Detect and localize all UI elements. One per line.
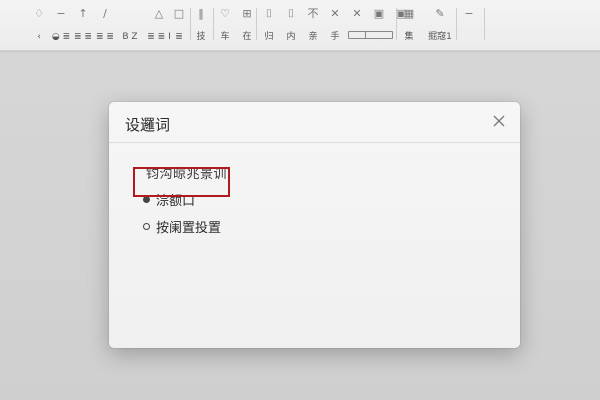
toolbar-divider xyxy=(484,8,485,40)
heart-button[interactable]: ♡ 车 xyxy=(214,6,236,42)
brush-icon: ∕ xyxy=(103,6,107,20)
strikeline-icon: − xyxy=(56,6,66,20)
settings-dialog: 设邏词 钧沟晾兆景训 淙额口 按阑置投置 xyxy=(109,102,520,348)
cut-icon: ✕ xyxy=(330,6,340,20)
toolbar-divider xyxy=(396,8,397,40)
tab-icon: ‖ xyxy=(198,6,204,20)
table-label: 归 xyxy=(264,32,274,42)
dialog-title: 设邏词 xyxy=(125,116,171,134)
not-button[interactable]: 不 亲 xyxy=(302,6,324,42)
drop-icon: ♢ xyxy=(34,6,44,20)
image-button[interactable]: ⌷ 内 xyxy=(280,6,302,42)
blank-icon xyxy=(123,6,137,20)
arrow-up-sublabel: ≣ ≣ xyxy=(74,32,92,42)
option-label-2: 按阑置投置 xyxy=(156,220,222,236)
dialog-header: 设邏词 xyxy=(109,102,520,143)
image-label: 内 xyxy=(286,32,296,42)
radio-unchecked-icon xyxy=(143,222,150,230)
shape-line-long-icon xyxy=(365,31,393,39)
heart-label: 车 xyxy=(220,32,230,42)
section-label: 钧沟晾兆景训 xyxy=(146,167,228,182)
brush-button[interactable]: ∕ ≣ ≣ xyxy=(94,6,116,42)
edit-button[interactable]: ✎ 掘窛1 xyxy=(420,6,460,42)
edit-label: 掘窛1 xyxy=(428,32,452,42)
minus-icon: − xyxy=(464,6,474,20)
frame-button[interactable]: ▦ 集 xyxy=(398,6,420,42)
box-label: ≣ xyxy=(175,32,183,42)
scissors-icon: ✕ xyxy=(352,6,362,20)
option-radio-1[interactable]: 淙额口 xyxy=(143,189,195,209)
option-radio-2[interactable]: 按阑置投置 xyxy=(143,216,221,236)
box-group: □ ≣ xyxy=(168,6,190,42)
tab-group: ‖ 技 xyxy=(190,6,212,42)
arrow-up-icon: ↑ xyxy=(78,6,88,20)
image-icon: ⌷ xyxy=(287,6,295,20)
strikeline-sublabel: ◒ ≣ xyxy=(51,32,71,42)
warning-icon: △ xyxy=(154,6,164,20)
close-button[interactable] xyxy=(490,112,508,130)
frame-label: 集 xyxy=(404,32,414,42)
insert-group: ♡ 车 ⊞ 在 xyxy=(214,6,258,42)
grid-icon: ⊞ xyxy=(242,6,252,20)
cut-button[interactable]: ✕ 手 xyxy=(324,6,346,42)
close-icon xyxy=(493,115,505,127)
grid-button[interactable]: ⊞ 在 xyxy=(236,6,258,42)
box2-icon: ▣ xyxy=(373,6,385,20)
drop-button[interactable]: ♢ ‹ xyxy=(28,6,50,42)
not-label: 亲 xyxy=(308,32,318,42)
format-group: ♢ ‹ − ◒ ≣ ↑ ≣ ≣ ∕ ≣ ≣ B Z △ ≣ ≣ I xyxy=(28,6,174,42)
tab-label: 技 xyxy=(196,32,206,42)
table-group: ⌷ 归 ⌷ 内 不 亲 ✕ 手 ✕ ▣ ▣ xyxy=(258,6,412,42)
option-label-1: 淙额口 xyxy=(156,193,196,209)
table-button[interactable]: ⌷ 归 xyxy=(258,6,280,42)
strikeline-button[interactable]: − ◒ ≣ xyxy=(50,6,72,42)
table-icon: ⌷ xyxy=(265,6,273,20)
drop-sublabel: ‹ xyxy=(37,32,41,42)
ribbon-toolbar: ♢ ‹ − ◒ ≣ ↑ ≣ ≣ ∕ ≣ ≣ B Z △ ≣ ≣ I □ ≣ ‖ … xyxy=(0,0,600,51)
frame-icon: ▦ xyxy=(403,6,415,20)
bold-italic-sublabel: B Z xyxy=(122,32,138,42)
box2-button[interactable]: ▣ xyxy=(365,6,393,42)
minus-button[interactable]: − xyxy=(458,6,480,42)
box-button[interactable]: □ ≣ xyxy=(168,6,190,42)
misc-group: − xyxy=(458,6,480,42)
arrow-up-button[interactable]: ↑ ≣ ≣ xyxy=(72,6,94,42)
toolbar-divider xyxy=(256,8,257,40)
cut-label: 手 xyxy=(330,32,340,42)
brush-sublabel: ≣ ≣ xyxy=(96,32,114,42)
dialog-body: 钧沟晾兆景训 淙额口 按阑置投置 xyxy=(109,143,520,348)
grid-label: 在 xyxy=(242,32,252,42)
frame-group: ▦ 集 ✎ 掘窛1 xyxy=(398,6,460,42)
shape-line-icon xyxy=(348,31,366,39)
radio-checked-icon xyxy=(143,195,150,203)
bold-italic-button[interactable]: B Z xyxy=(116,6,144,42)
heart-icon: ♡ xyxy=(220,6,230,20)
tab-button[interactable]: ‖ 技 xyxy=(190,6,212,42)
edit-icon: ✎ xyxy=(435,6,445,20)
toolbar-divider xyxy=(456,8,457,40)
not-icon: 不 xyxy=(307,6,319,20)
box-icon: □ xyxy=(173,6,185,20)
